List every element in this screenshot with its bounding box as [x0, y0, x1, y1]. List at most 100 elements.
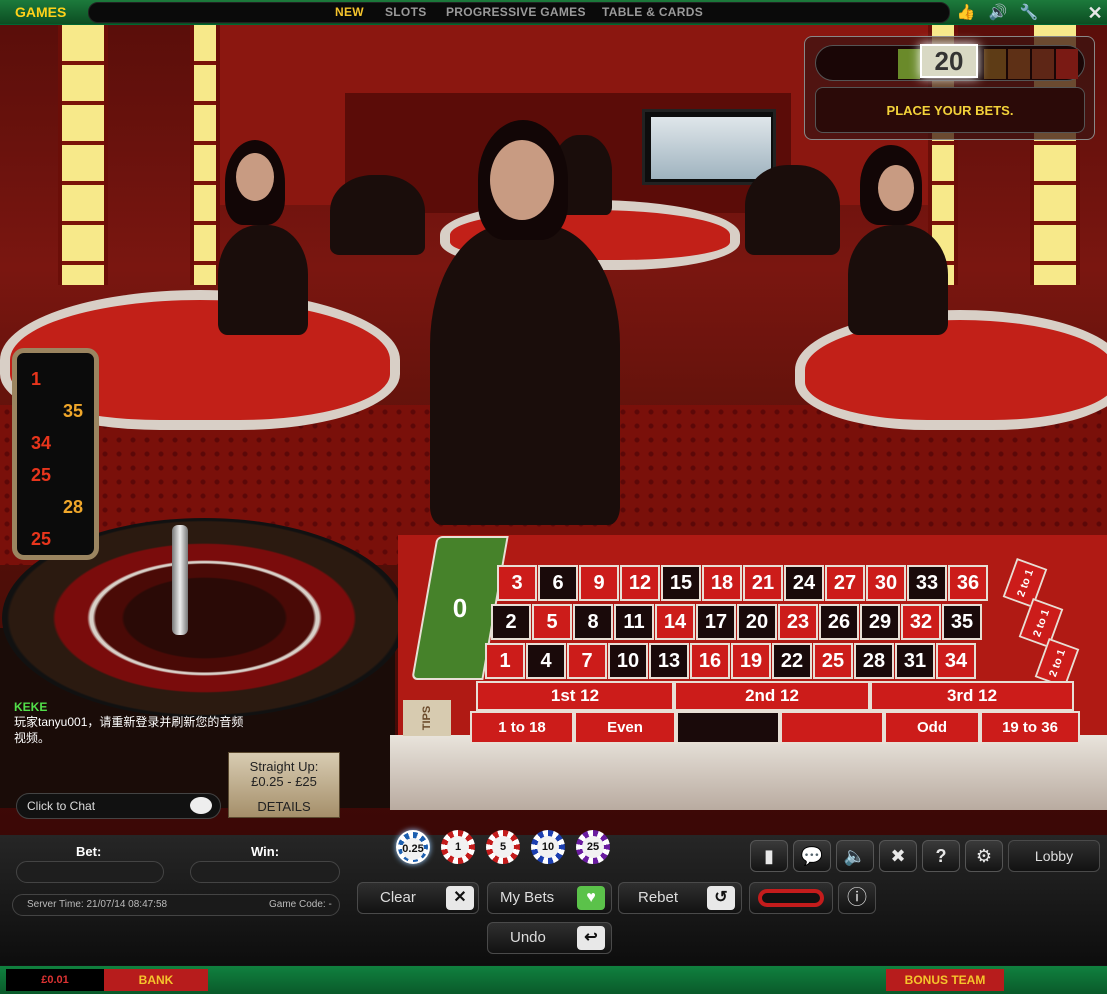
bet-number-20[interactable]: 20 — [737, 604, 777, 640]
nav-new[interactable]: NEW — [335, 5, 364, 19]
bet-number-3[interactable]: 3 — [497, 565, 537, 601]
bet-number-28[interactable]: 28 — [854, 643, 894, 679]
bet-number-36[interactable]: 36 — [948, 565, 988, 601]
server-time: Server Time: 21/07/14 08:47:58 — [27, 899, 168, 910]
tips-button[interactable]: TIPS — [403, 700, 451, 736]
bet-number-26[interactable]: 26 — [819, 604, 859, 640]
bet-black[interactable] — [676, 711, 780, 744]
dealer-left — [218, 225, 308, 335]
tv-monitor — [642, 109, 776, 185]
chip-25[interactable]: 25 — [576, 830, 610, 864]
bet-number-1[interactable]: 1 — [485, 643, 525, 679]
bet-number-22[interactable]: 22 — [772, 643, 812, 679]
bet-number-31[interactable]: 31 — [895, 643, 935, 679]
bet-number-25[interactable]: 25 — [813, 643, 853, 679]
speech-bubble-icon: 💬 — [800, 846, 824, 866]
racetrack-icon — [758, 889, 824, 907]
info-button[interactable]: ⓘ — [838, 882, 876, 914]
lobby-button[interactable]: Lobby — [1008, 840, 1100, 872]
table-limits[interactable]: Straight Up: £0.25 - £25 DETAILS — [228, 752, 340, 818]
bet-number-33[interactable]: 33 — [907, 565, 947, 601]
bet-number-24[interactable]: 24 — [784, 565, 824, 601]
bet-number-6[interactable]: 6 — [538, 565, 578, 601]
chip-0-25[interactable]: 0.25 — [396, 830, 430, 864]
nav-progressive-games[interactable]: PROGRESSIVE GAMES — [446, 5, 586, 19]
fullscreen-button[interactable]: ✖ — [879, 840, 917, 872]
bet-number-14[interactable]: 14 — [655, 604, 695, 640]
bet-number-8[interactable]: 8 — [573, 604, 613, 640]
games-brand[interactable]: GAMES — [15, 4, 66, 20]
fullscreen-icon: ✖ — [890, 846, 906, 866]
bank-button[interactable]: BANK — [104, 969, 208, 991]
bet-19-to-36[interactable]: 19 to 36 — [980, 711, 1080, 744]
timer-segment — [898, 49, 920, 79]
my-bets-button[interactable]: My Bets ♥ — [487, 882, 612, 914]
bet-number-7[interactable]: 7 — [567, 643, 607, 679]
bet-1-to-18[interactable]: 1 to 18 — [470, 711, 574, 744]
speaker-icon: 🔈 — [843, 846, 867, 866]
bet-number-12[interactable]: 12 — [620, 565, 660, 601]
server-info-bar: Server Time: 21/07/14 08:47:58 Game Code… — [12, 894, 340, 916]
rebet-button[interactable]: Rebet ↺ — [618, 882, 742, 914]
bet-red[interactable] — [780, 711, 884, 744]
bet-number-23[interactable]: 23 — [778, 604, 818, 640]
close-icon[interactable]: ✕ — [1085, 3, 1105, 23]
bet-number-13[interactable]: 13 — [649, 643, 689, 679]
camera-view-button[interactable]: ▮ — [750, 840, 788, 872]
bet-3rd-12[interactable]: 3rd 12 — [870, 681, 1074, 711]
help-button[interactable]: ? — [922, 840, 960, 872]
wrench-icon[interactable]: 🔧 — [1019, 3, 1039, 23]
bet-number-32[interactable]: 32 — [901, 604, 941, 640]
sound-button[interactable]: 🔈 — [836, 840, 874, 872]
chat-bubble-icon[interactable] — [190, 797, 212, 814]
bet-number-10[interactable]: 10 — [608, 643, 648, 679]
timer-segment — [1056, 49, 1078, 79]
settings-button[interactable]: ⚙ — [965, 840, 1003, 872]
bet-number-19[interactable]: 19 — [731, 643, 771, 679]
bet-number-34[interactable]: 34 — [936, 643, 976, 679]
bet-2nd-12[interactable]: 2nd 12 — [674, 681, 870, 711]
bet-number-21[interactable]: 21 — [743, 565, 783, 601]
history-number: 25 — [31, 529, 52, 549]
bet-number-15[interactable]: 15 — [661, 565, 701, 601]
bet-number-18[interactable]: 18 — [702, 565, 742, 601]
speaker-icon[interactable]: 🔊 — [988, 3, 1008, 23]
bet-number-29[interactable]: 29 — [860, 604, 900, 640]
bet-number-35[interactable]: 35 — [942, 604, 982, 640]
balance-display: £0.01 — [6, 969, 104, 991]
nav-table-cards[interactable]: TABLE & CARDS — [602, 5, 703, 19]
chat-toggle-button[interactable]: 💬 — [793, 840, 831, 872]
chip-10[interactable]: 10 — [531, 830, 565, 864]
nav-slots[interactable]: SLOTS — [385, 5, 427, 19]
clear-button[interactable]: Clear ✕ — [357, 882, 479, 914]
timer-segment — [984, 49, 1006, 79]
thumbs-up-icon[interactable]: 👍 — [956, 3, 976, 23]
my-bets-label: My Bets — [500, 889, 555, 906]
chip-1[interactable]: 1 — [441, 830, 475, 864]
undo-button[interactable]: Undo ↩ — [487, 922, 612, 954]
bet-number-4[interactable]: 4 — [526, 643, 566, 679]
bet-number-16[interactable]: 16 — [690, 643, 730, 679]
bet-odd[interactable]: Odd — [884, 711, 980, 744]
timer-segment — [1008, 49, 1030, 79]
bet-number-17[interactable]: 17 — [696, 604, 736, 640]
racetrack-button[interactable] — [749, 882, 833, 914]
bet-even[interactable]: Even — [574, 711, 676, 744]
main-dealer — [430, 225, 620, 525]
dealer-right-face — [878, 165, 914, 211]
limits-details-link[interactable]: DETAILS — [229, 799, 339, 814]
history-number: 35 — [63, 401, 84, 421]
bet-number-9[interactable]: 9 — [579, 565, 619, 601]
bet-number-11[interactable]: 11 — [614, 604, 654, 640]
player-back — [330, 175, 425, 255]
chip-5[interactable]: 5 — [486, 830, 520, 864]
history-number: 28 — [63, 497, 84, 517]
bet-number-27[interactable]: 27 — [825, 565, 865, 601]
bet-number-30[interactable]: 30 — [866, 565, 906, 601]
player-back — [745, 165, 840, 255]
bet-1st-12[interactable]: 1st 12 — [476, 681, 674, 711]
bet-number-5[interactable]: 5 — [532, 604, 572, 640]
bet-number-2[interactable]: 2 — [491, 604, 531, 640]
clear-label: Clear — [380, 889, 416, 906]
bonus-team-button[interactable]: BONUS TEAM — [886, 969, 1004, 991]
